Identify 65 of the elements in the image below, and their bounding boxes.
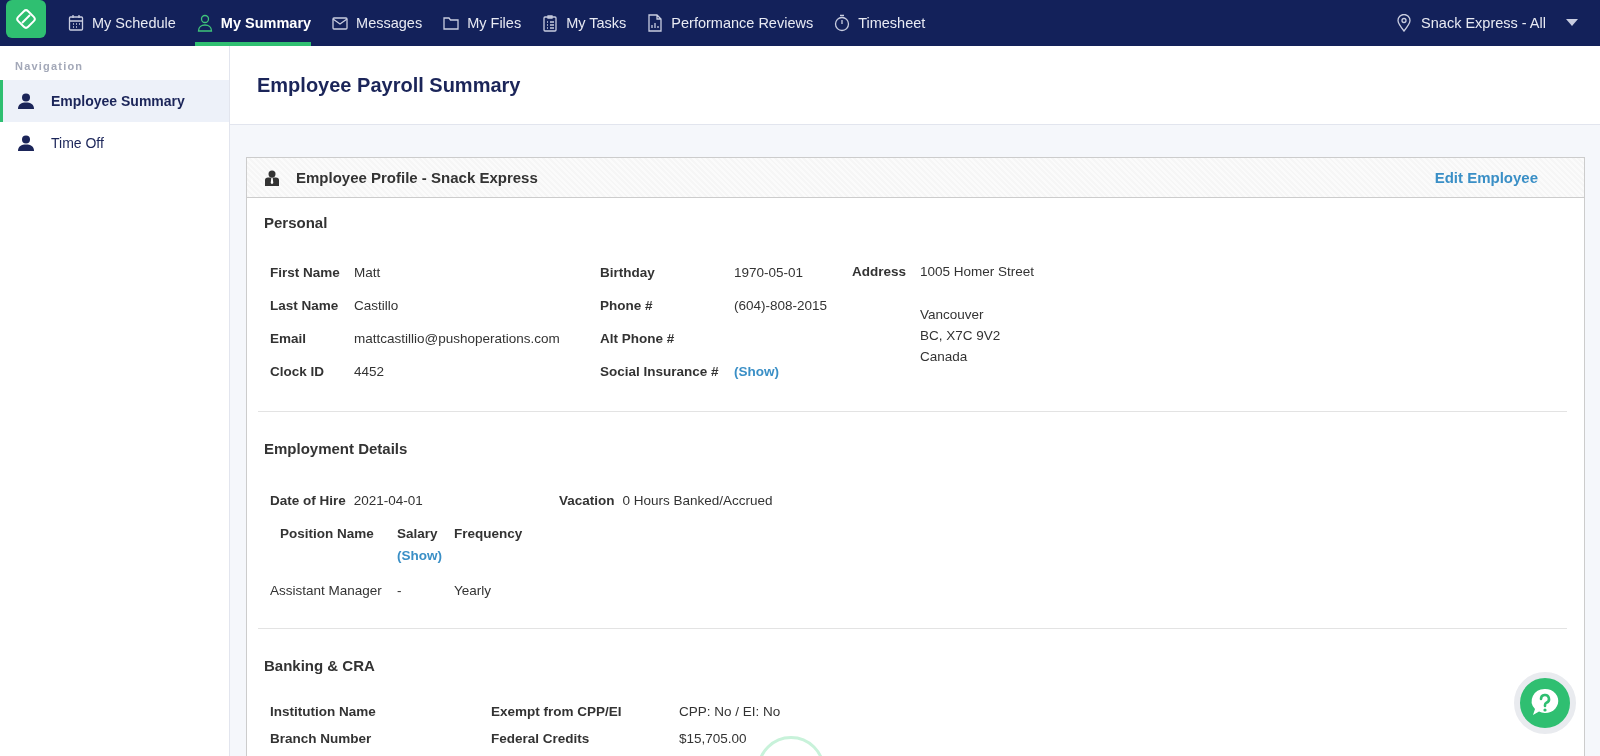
field-label: Branch Number bbox=[270, 731, 373, 746]
employee-icon bbox=[265, 169, 279, 186]
nav-tab[interactable]: My Files bbox=[441, 0, 522, 46]
field-value: Castillo bbox=[354, 297, 399, 313]
field-value: 0 Hours Banked/Accrued bbox=[622, 493, 773, 508]
table-cell-text: - bbox=[397, 583, 403, 598]
location-pin-icon bbox=[1397, 14, 1412, 32]
field-label: Address bbox=[852, 264, 908, 279]
nav-tab[interactable]: My Schedule bbox=[66, 0, 176, 46]
field-label: Email bbox=[270, 330, 308, 346]
card-title: Employee Profile - Snack Express bbox=[296, 169, 539, 186]
app-logo-icon[interactable] bbox=[6, 0, 46, 38]
field-label: Birthday bbox=[600, 264, 656, 280]
section-heading: Employment Details bbox=[264, 440, 409, 457]
address-line: Vancouver bbox=[920, 307, 985, 322]
show-link[interactable]: (Show) bbox=[734, 363, 779, 379]
field-value: (604)-808-2015 bbox=[734, 297, 828, 313]
field-label: Vacation bbox=[559, 493, 615, 508]
envelope-icon bbox=[332, 14, 349, 32]
calendar-icon bbox=[68, 14, 84, 32]
document-icon bbox=[647, 14, 664, 32]
field-label: Institution Name bbox=[270, 704, 377, 719]
clipboard-icon bbox=[542, 14, 559, 32]
person-icon bbox=[17, 135, 35, 151]
show-link[interactable]: (Show) bbox=[397, 548, 442, 563]
address-line: Canada bbox=[920, 349, 969, 364]
person-icon bbox=[196, 14, 213, 32]
field-label: Phone # bbox=[600, 297, 654, 313]
caret-icon bbox=[1566, 19, 1578, 27]
nav-tab[interactable]: Messages bbox=[330, 0, 423, 46]
field-label: Social Insurance # bbox=[600, 363, 720, 379]
field-label: First Name bbox=[270, 264, 341, 280]
folder-icon bbox=[443, 14, 460, 32]
table-cell-text: Assistant Manager bbox=[270, 583, 383, 598]
column-header: Position Name bbox=[280, 526, 374, 541]
field-label: Clock ID bbox=[270, 363, 325, 379]
field-label: Last Name bbox=[270, 297, 340, 313]
table-cell: Yearly bbox=[454, 583, 492, 598]
person-icon bbox=[17, 93, 35, 109]
field-value: 1970-05-01 bbox=[734, 264, 804, 280]
field-label: Exempt from CPP/EI bbox=[491, 704, 623, 719]
column-header: Frequency bbox=[454, 526, 523, 541]
section-heading: Banking & CRA bbox=[264, 657, 376, 674]
page-title: Employee Payroll Summary bbox=[257, 73, 521, 97]
field-label: Alt Phone # bbox=[600, 330, 676, 346]
location-selector[interactable]: Snack Express - All bbox=[1397, 0, 1578, 46]
field-value: 2021-04-01 bbox=[353, 493, 423, 508]
field-value: CPP: No / EI: No bbox=[679, 704, 781, 719]
field-label: Federal Credits bbox=[491, 731, 591, 746]
field-value: Matt bbox=[354, 264, 381, 280]
address-line: BC, X7C 9V2 bbox=[920, 328, 1002, 343]
column-header: Salary bbox=[397, 526, 438, 541]
nav-tab[interactable]: My Tasks bbox=[540, 0, 627, 46]
sidebar-item[interactable]: Employee Summary bbox=[0, 80, 229, 122]
nav-tab[interactable]: Timesheet bbox=[832, 0, 926, 46]
field-label: Date of Hire bbox=[270, 493, 346, 508]
nav-tab[interactable]: Performance Reviews bbox=[645, 0, 814, 46]
stopwatch-icon bbox=[834, 14, 851, 32]
field-value: mattcastillio@pushoperations.com bbox=[354, 330, 560, 346]
field-value: $15,705.00 bbox=[679, 731, 747, 746]
address-line: 1005 Homer Street bbox=[920, 264, 1035, 279]
field-value: 4452 bbox=[354, 363, 385, 379]
sidebar-item[interactable]: Time Off bbox=[0, 122, 229, 164]
section-heading: Personal bbox=[264, 214, 329, 231]
sidebar-heading: Navigation bbox=[14, 60, 85, 74]
